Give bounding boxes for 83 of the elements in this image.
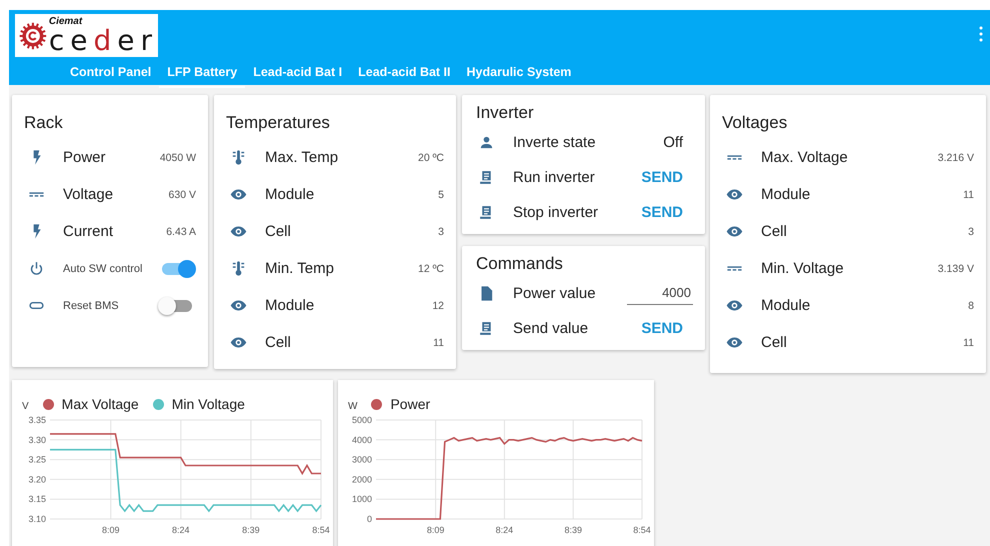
row-label: Cell xyxy=(761,223,788,240)
axis-label: 3000 xyxy=(352,454,372,465)
row-label: Cell xyxy=(265,223,292,240)
axis-label: 8:24 xyxy=(172,525,190,535)
card-title: Commands xyxy=(476,254,564,274)
row-label: Reset BMS xyxy=(63,300,120,312)
row-label: Current xyxy=(63,223,114,240)
row-label: Stop inverter xyxy=(513,204,600,221)
legend-label: Max Voltage xyxy=(62,396,139,412)
reading-value: 8 xyxy=(968,300,974,312)
axis-label: 1000 xyxy=(352,494,372,504)
row-label: Module xyxy=(265,297,316,314)
axis-label: 2000 xyxy=(352,474,372,484)
nav-tab[interactable]: Hydarulic System xyxy=(458,59,580,88)
reading-value: 11 xyxy=(433,336,444,348)
legend-label: Power xyxy=(390,396,430,412)
nav-tab[interactable]: LFP Battery xyxy=(159,59,246,88)
state-value: Off xyxy=(663,134,683,151)
row-label: Max. Temp xyxy=(265,149,340,166)
axis-label: 8:54 xyxy=(633,525,651,535)
reading-value: 11 xyxy=(963,336,974,348)
axis-label: 4000 xyxy=(352,434,372,445)
reading-value: 3.139 V xyxy=(938,262,974,274)
row-label: Min. Voltage xyxy=(761,260,845,277)
axis-label: 3.30 xyxy=(28,434,46,445)
reading-value: 5 xyxy=(438,188,444,200)
axis-label: 8:09 xyxy=(426,525,444,535)
reading-value: 6.43 A xyxy=(166,226,196,238)
row-label: Cell xyxy=(761,334,788,351)
logo-subtitle: Ciemat xyxy=(48,16,84,26)
row-label: Module xyxy=(265,186,316,203)
axis-label: 3.25 xyxy=(28,454,46,465)
axis-label: 8:09 xyxy=(102,525,120,535)
reading-value: 4050 W xyxy=(160,152,196,164)
row-label: Run inverter xyxy=(513,169,596,186)
row-label: Cell xyxy=(265,334,292,351)
card-title: Temperatures xyxy=(226,113,331,133)
send-button[interactable]: SEND xyxy=(635,200,689,225)
axis-label: 8:24 xyxy=(496,525,514,535)
axis-label: 5000 xyxy=(352,415,372,425)
row-label: Voltage xyxy=(63,186,114,203)
card-title: Rack xyxy=(24,113,64,133)
reading-value: 12 ºC xyxy=(418,262,444,274)
axis-label: 8:39 xyxy=(564,525,582,535)
axis-label: 0 xyxy=(366,514,372,524)
nav-tab[interactable]: Lead-acid Bat II xyxy=(350,59,459,88)
axis-label: 3.15 xyxy=(28,494,46,504)
logo-wordmark: ce d er xyxy=(48,26,158,54)
axis-label: 3.35 xyxy=(28,415,46,425)
reading-value: 20 ºC xyxy=(418,152,444,164)
axis-label: 8:54 xyxy=(312,525,330,535)
reading-value: 630 V xyxy=(168,188,196,200)
reading-value: 12 xyxy=(432,300,444,312)
legend-label: Min Voltage xyxy=(172,396,245,412)
nav-tab[interactable]: Lead-acid Bat I xyxy=(245,59,350,88)
row-label: Auto SW control xyxy=(63,262,144,274)
thermometer-icon xyxy=(230,149,247,166)
row-label: Inverte state xyxy=(513,134,597,151)
axis-unit: V xyxy=(22,401,29,412)
axis-unit: W xyxy=(348,401,358,412)
row-label: Max. Voltage xyxy=(761,149,849,166)
reading-value: 11 xyxy=(963,188,974,200)
card-title: Voltages xyxy=(722,113,788,133)
menu-icon[interactable] xyxy=(978,26,984,42)
reading-value: 3 xyxy=(438,226,444,238)
row-label: Send value xyxy=(513,320,590,337)
row-label: Module xyxy=(761,297,812,314)
axis-label: 3.10 xyxy=(28,514,46,524)
row-label: Power value xyxy=(513,285,597,302)
person-icon xyxy=(478,134,495,151)
power-icon xyxy=(28,260,45,277)
nav-tab[interactable]: Control Panel xyxy=(62,59,160,88)
axis-label: 3.20 xyxy=(28,474,46,484)
thermometer-icon xyxy=(230,260,247,277)
row-label: Power xyxy=(63,149,107,166)
send-button[interactable]: SEND xyxy=(635,316,689,341)
axis-label: 8:39 xyxy=(242,525,260,535)
reading-value: 3.216 V xyxy=(938,152,974,164)
reading-value: 3 xyxy=(968,226,974,238)
row-label: Min. Temp xyxy=(265,260,335,277)
card-title: Inverter xyxy=(476,103,535,123)
row-label: Module xyxy=(761,186,812,203)
send-button[interactable]: SEND xyxy=(635,165,689,190)
